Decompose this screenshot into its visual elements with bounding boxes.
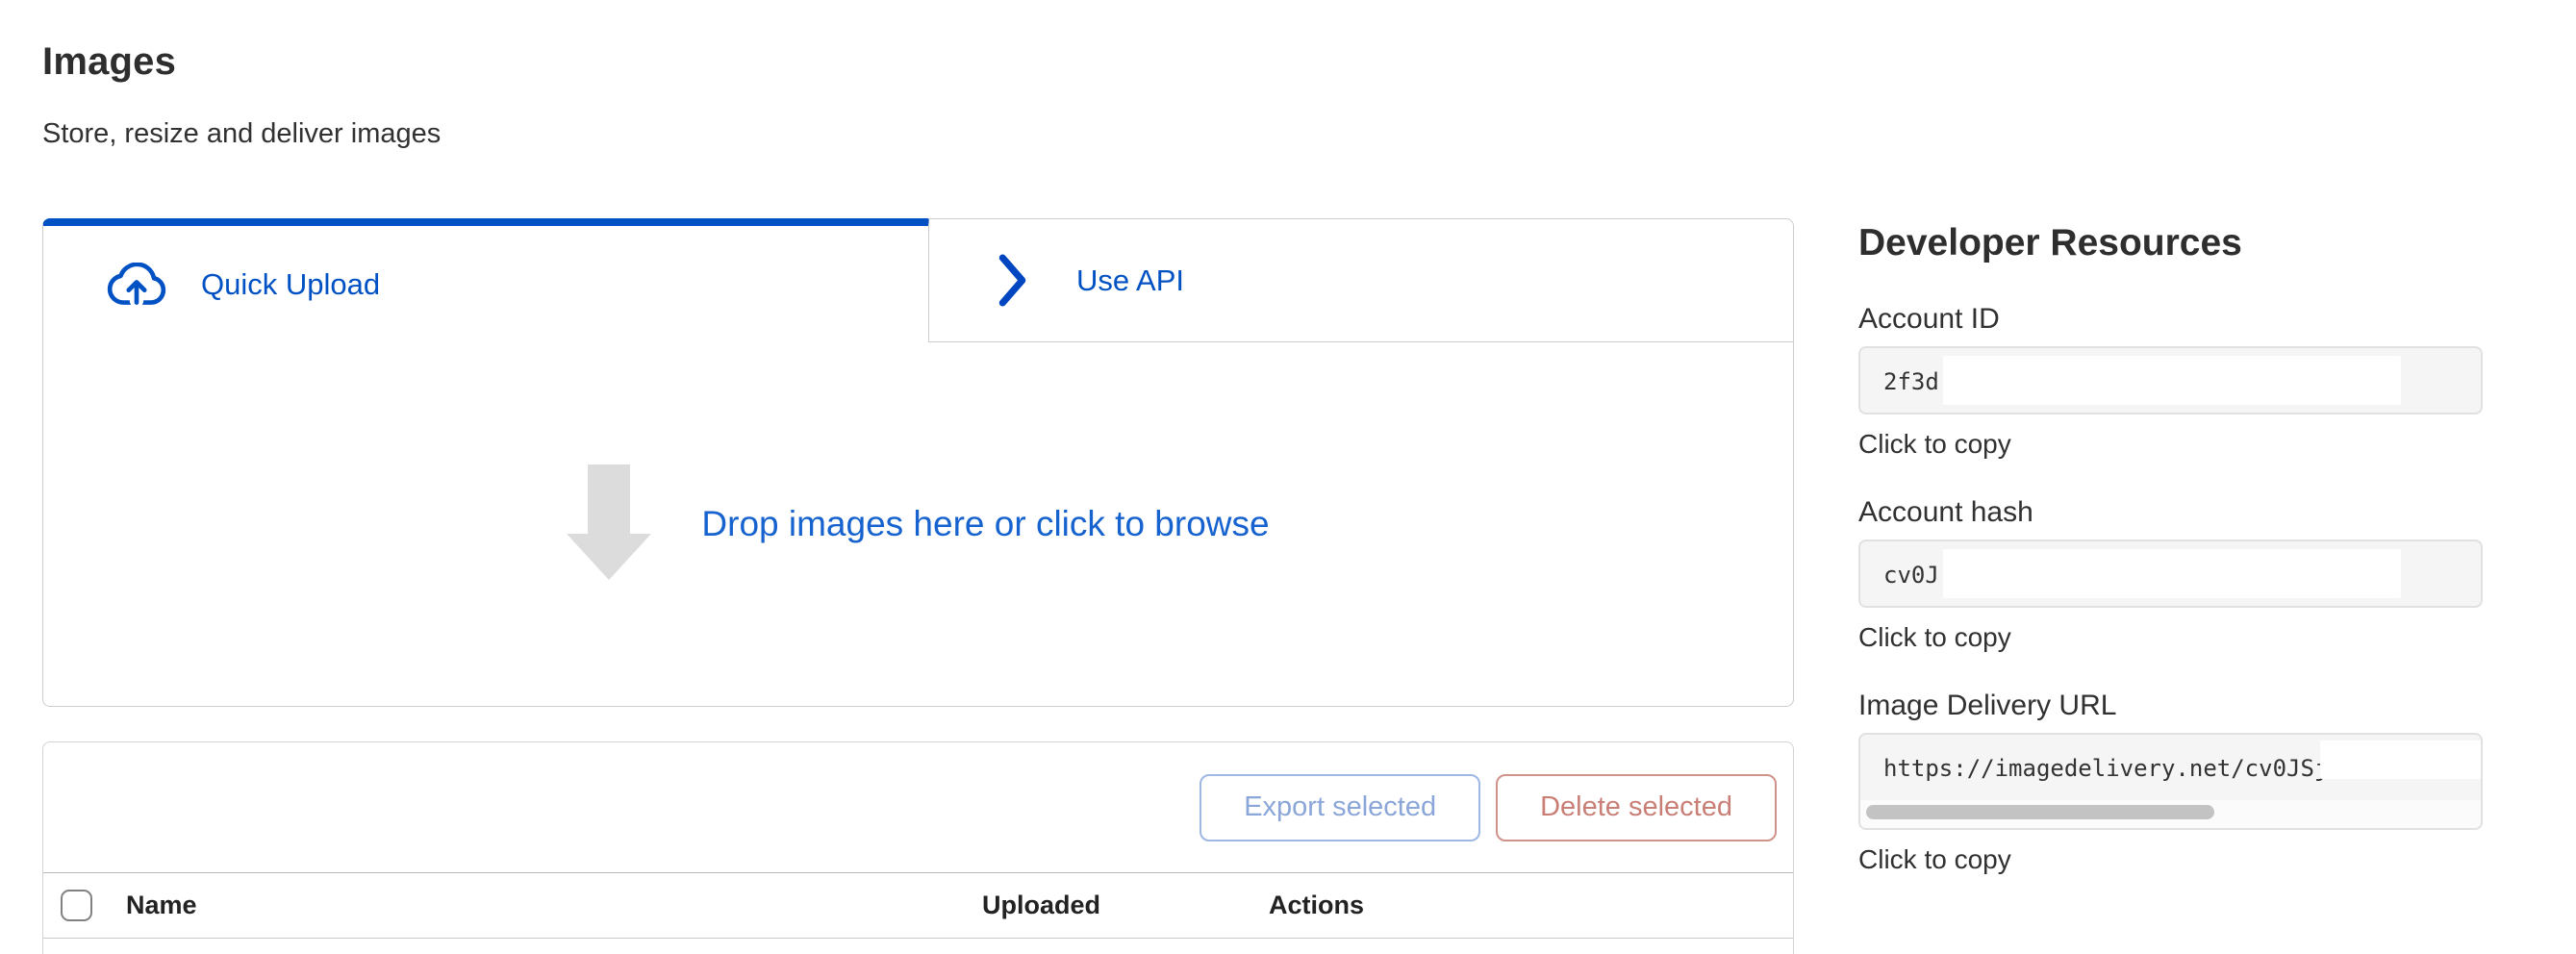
tab-use-api[interactable]: Use API <box>929 218 1794 342</box>
redaction-overlay <box>2320 741 2482 779</box>
column-header-actions: Actions <box>1269 891 1793 920</box>
page-subtitle: Store, resize and deliver images <box>42 115 1794 152</box>
image-delivery-url-copy-hint: Click to copy <box>1858 843 2484 876</box>
account-hash-value: cv0J <box>1883 541 1939 608</box>
export-selected-button[interactable]: Export selected <box>1200 774 1480 841</box>
redaction-overlay <box>1943 356 2401 405</box>
dropzone-text: Drop images here or click to browse <box>701 504 1269 544</box>
account-id-label: Account ID <box>1858 302 2484 337</box>
table-header-row: Name Uploaded Actions <box>43 873 1793 939</box>
account-id-copy-hint: Click to copy <box>1858 428 2484 461</box>
account-hash-label: Account hash <box>1858 495 2484 530</box>
account-id-value: 2f3d <box>1883 348 1939 414</box>
delete-selected-button[interactable]: Delete selected <box>1496 774 1777 841</box>
tab-quick-upload[interactable]: Quick Upload <box>42 218 929 342</box>
tab-use-api-label: Use API <box>1076 264 1184 298</box>
column-header-uploaded: Uploaded <box>982 891 1269 920</box>
account-id-field[interactable]: 2f3d <box>1858 346 2483 414</box>
chevron-right-icon <box>998 254 1026 307</box>
cloud-upload-icon <box>105 263 168 307</box>
scrollbar-thumb[interactable] <box>1866 805 2214 819</box>
image-list-card: Export selected Delete selected Name Upl… <box>42 741 1794 954</box>
dropzone[interactable]: Drop images here or click to browse <box>42 342 1794 707</box>
url-clipped-fragment: : <box>2480 735 2483 803</box>
tab-row: Quick Upload Use API <box>42 218 1794 342</box>
image-delivery-url-field[interactable]: https://imagedelivery.net/cv0JSj : <box>1858 733 2483 830</box>
select-all-checkbox[interactable] <box>61 890 92 921</box>
tab-quick-upload-label: Quick Upload <box>201 267 380 302</box>
down-arrow-icon <box>567 464 651 585</box>
list-toolbar: Export selected Delete selected <box>43 742 1793 873</box>
image-delivery-url-value: https://imagedelivery.net/cv0JSj <box>1883 735 2328 803</box>
column-header-name: Name <box>126 891 982 920</box>
developer-resources-heading: Developer Resources <box>1858 221 2484 265</box>
images-page: Images Store, resize and deliver images <box>0 0 2576 954</box>
account-hash-field[interactable]: cv0J <box>1858 540 2483 608</box>
image-delivery-url-label: Image Delivery URL <box>1858 689 2484 723</box>
page-title: Images <box>42 38 1794 85</box>
developer-resources-panel: Developer Resources Account ID 2f3d Clic… <box>1858 0 2484 876</box>
redaction-overlay <box>1943 549 2401 598</box>
account-hash-copy-hint: Click to copy <box>1858 621 2484 654</box>
main-column: Images Store, resize and deliver images <box>42 0 1794 954</box>
upload-tab-card: Quick Upload Use API Drop <box>42 218 1794 707</box>
horizontal-scrollbar <box>1860 800 2481 828</box>
